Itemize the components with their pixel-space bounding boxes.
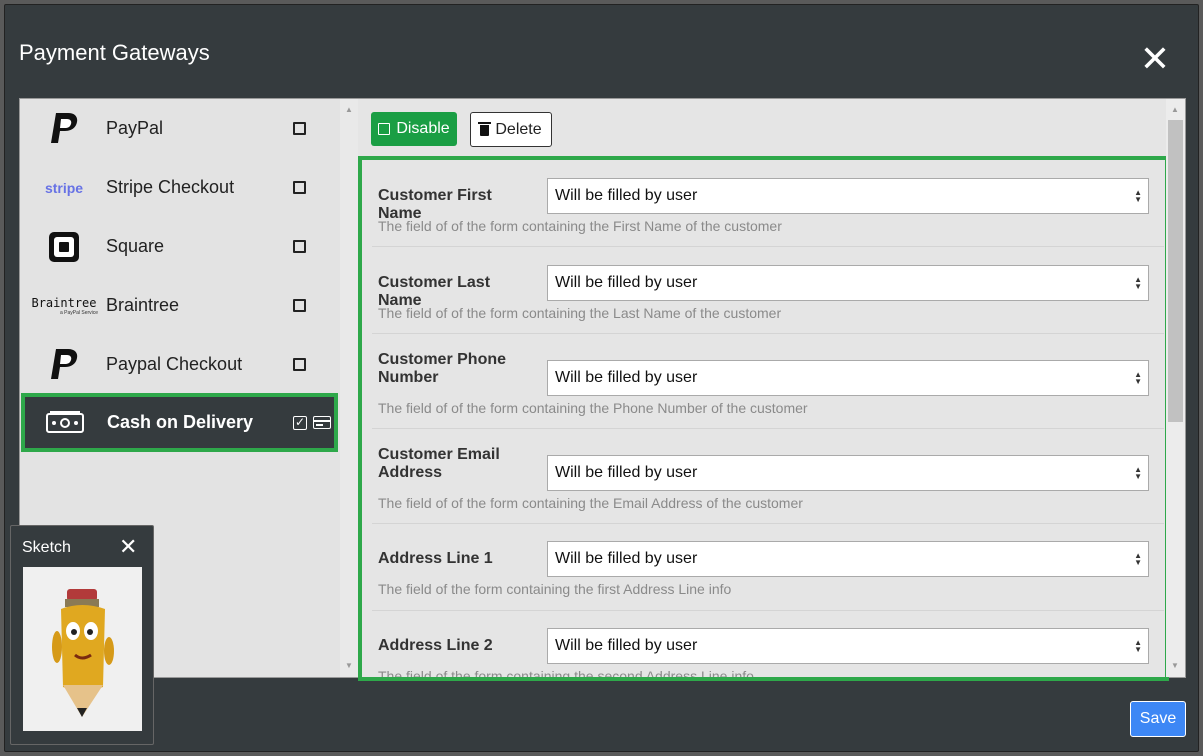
select-value: Will be filled by user <box>555 464 698 481</box>
form-row: Address Line 2 Will be filled by user ▲ ▼… <box>372 611 1164 681</box>
select-caret-icon: ▲ ▼ <box>1134 551 1142 567</box>
paypal-logo-icon <box>28 109 100 149</box>
disable-label: Disable <box>396 120 450 137</box>
close-sketch-button[interactable]: ✕ <box>119 536 137 558</box>
enable-checkbox[interactable] <box>293 122 306 135</box>
gateway-label: Paypal Checkout <box>106 354 243 374</box>
select-value: Will be filled by user <box>555 637 698 654</box>
dialog-title: Payment Gateways <box>19 40 210 65</box>
scroll-up-arrow-icon[interactable]: ▲ <box>345 105 353 114</box>
gateway-item-stripe[interactable]: stripe Stripe Checkout <box>20 158 340 217</box>
stripe-logo-icon: stripe <box>28 168 100 208</box>
field-mapping-form: Customer First Name Will be filled by us… <box>358 156 1169 681</box>
sidebar-scrollbar[interactable]: ▲ ▼ <box>340 99 358 677</box>
field-help-text: The field of of the form containing the … <box>378 305 782 321</box>
select-caret-icon: ▲ ▼ <box>1134 370 1142 386</box>
braintree-logo-subtext: a PayPal Service <box>59 309 99 316</box>
field-select[interactable]: Will be filled by user ▲ ▼ <box>547 178 1149 214</box>
payment-gateways-dialog: Payment Gateways ✕ PayPal stripe Stripe … <box>4 4 1199 752</box>
scroll-down-arrow-icon[interactable]: ▼ <box>345 661 353 670</box>
form-row: Customer Email Address Will be filled by… <box>372 429 1164 524</box>
scroll-down-arrow-icon[interactable]: ▼ <box>1171 661 1179 670</box>
scrollbar-thumb[interactable] <box>1168 120 1183 422</box>
gateway-label: Cash on Delivery <box>107 412 254 432</box>
delete-label: Delete <box>495 120 542 138</box>
square-outline-icon <box>378 123 391 135</box>
enabled-checkbox-checked[interactable]: ✓ <box>293 415 307 430</box>
enable-checkbox[interactable] <box>293 299 306 312</box>
gateway-label: Braintree <box>106 295 180 315</box>
delete-button[interactable]: Delete <box>470 112 552 147</box>
sketch-panel: Sketch ✕ <box>10 525 154 745</box>
select-value: Will be filled by user <box>555 274 698 291</box>
paypal-logo-icon <box>28 345 100 385</box>
select-caret-icon: ▲ ▼ <box>1134 188 1142 204</box>
braintree-logo-text: Braintree <box>31 295 97 310</box>
square-logo-icon <box>28 227 100 267</box>
dialog-body: PayPal stripe Stripe Checkout Square Bra… <box>19 98 1186 681</box>
braintree-logo-icon: Braintree a PayPal Service <box>24 286 104 326</box>
gateway-label: Square <box>106 236 165 256</box>
form-row: Customer Phone Number Will be filled by … <box>372 334 1164 429</box>
close-dialog-button[interactable]: ✕ <box>1139 41 1171 77</box>
credit-card-icon <box>313 416 331 429</box>
field-select[interactable]: Will be filled by user ▲ ▼ <box>547 360 1149 396</box>
form-row: Customer Last Name Will be filled by use… <box>372 247 1164 334</box>
select-caret-icon: ▲ ▼ <box>1134 465 1142 481</box>
field-help-text: The field of of the form containing the … <box>378 218 782 234</box>
field-help-text: The field of of the form containing the … <box>378 400 808 416</box>
select-value: Will be filled by user <box>555 369 698 386</box>
field-label: Customer Email Address <box>378 446 500 481</box>
gateway-settings: Disable Delete Customer First Name Will … <box>358 99 1169 681</box>
trash-icon <box>478 122 492 136</box>
gateway-label: Stripe Checkout <box>106 177 235 197</box>
cash-icon <box>29 403 101 443</box>
field-select[interactable]: Will be filled by user ▲ ▼ <box>547 541 1149 577</box>
field-select[interactable]: Will be filled by user ▲ ▼ <box>547 265 1149 301</box>
scroll-up-arrow-icon[interactable]: ▲ <box>1171 105 1179 114</box>
form-row: Customer First Name Will be filled by us… <box>372 160 1164 247</box>
select-caret-icon: ▲ ▼ <box>1134 275 1142 291</box>
sketch-title: Sketch <box>22 539 71 556</box>
pencil-mascot-image <box>23 567 142 731</box>
field-select[interactable]: Will be filled by user ▲ ▼ <box>547 455 1149 491</box>
settings-scrollbar[interactable]: ▲ ▼ <box>1166 99 1185 677</box>
field-help-text: The field of the form containing the fir… <box>378 581 732 597</box>
field-label: Address Line 2 <box>378 637 493 654</box>
enable-checkbox[interactable] <box>293 181 306 194</box>
gateway-item-cash-on-delivery[interactable]: Cash on Delivery ✓ <box>21 393 338 452</box>
stripe-logo-text: stripe <box>44 179 84 196</box>
gateway-item-braintree[interactable]: Braintree a PayPal Service Braintree <box>20 276 340 335</box>
gateway-item-paypal[interactable]: PayPal <box>20 99 340 158</box>
select-value: Will be filled by user <box>555 550 698 567</box>
field-help-text: The field of the form containing the sec… <box>378 668 754 681</box>
select-value: Will be filled by user <box>555 187 698 204</box>
disable-button[interactable]: Disable <box>371 112 457 146</box>
gateway-label: PayPal <box>106 118 164 138</box>
field-help-text: The field of of the form containing the … <box>378 495 803 511</box>
form-row: Address Line 1 Will be filled by user ▲ ▼… <box>372 524 1164 611</box>
enable-checkbox[interactable] <box>293 240 306 253</box>
gateway-item-square[interactable]: Square <box>20 217 340 276</box>
select-caret-icon: ▲ ▼ <box>1134 638 1142 654</box>
field-label: Address Line 1 <box>378 550 493 567</box>
enable-checkbox[interactable] <box>293 358 306 371</box>
save-button[interactable]: Save <box>1130 701 1186 737</box>
gateway-item-paypal-checkout[interactable]: Paypal Checkout <box>20 335 340 394</box>
field-select[interactable]: Will be filled by user ▲ ▼ <box>547 628 1149 664</box>
field-label: Customer Phone Number <box>378 351 507 386</box>
